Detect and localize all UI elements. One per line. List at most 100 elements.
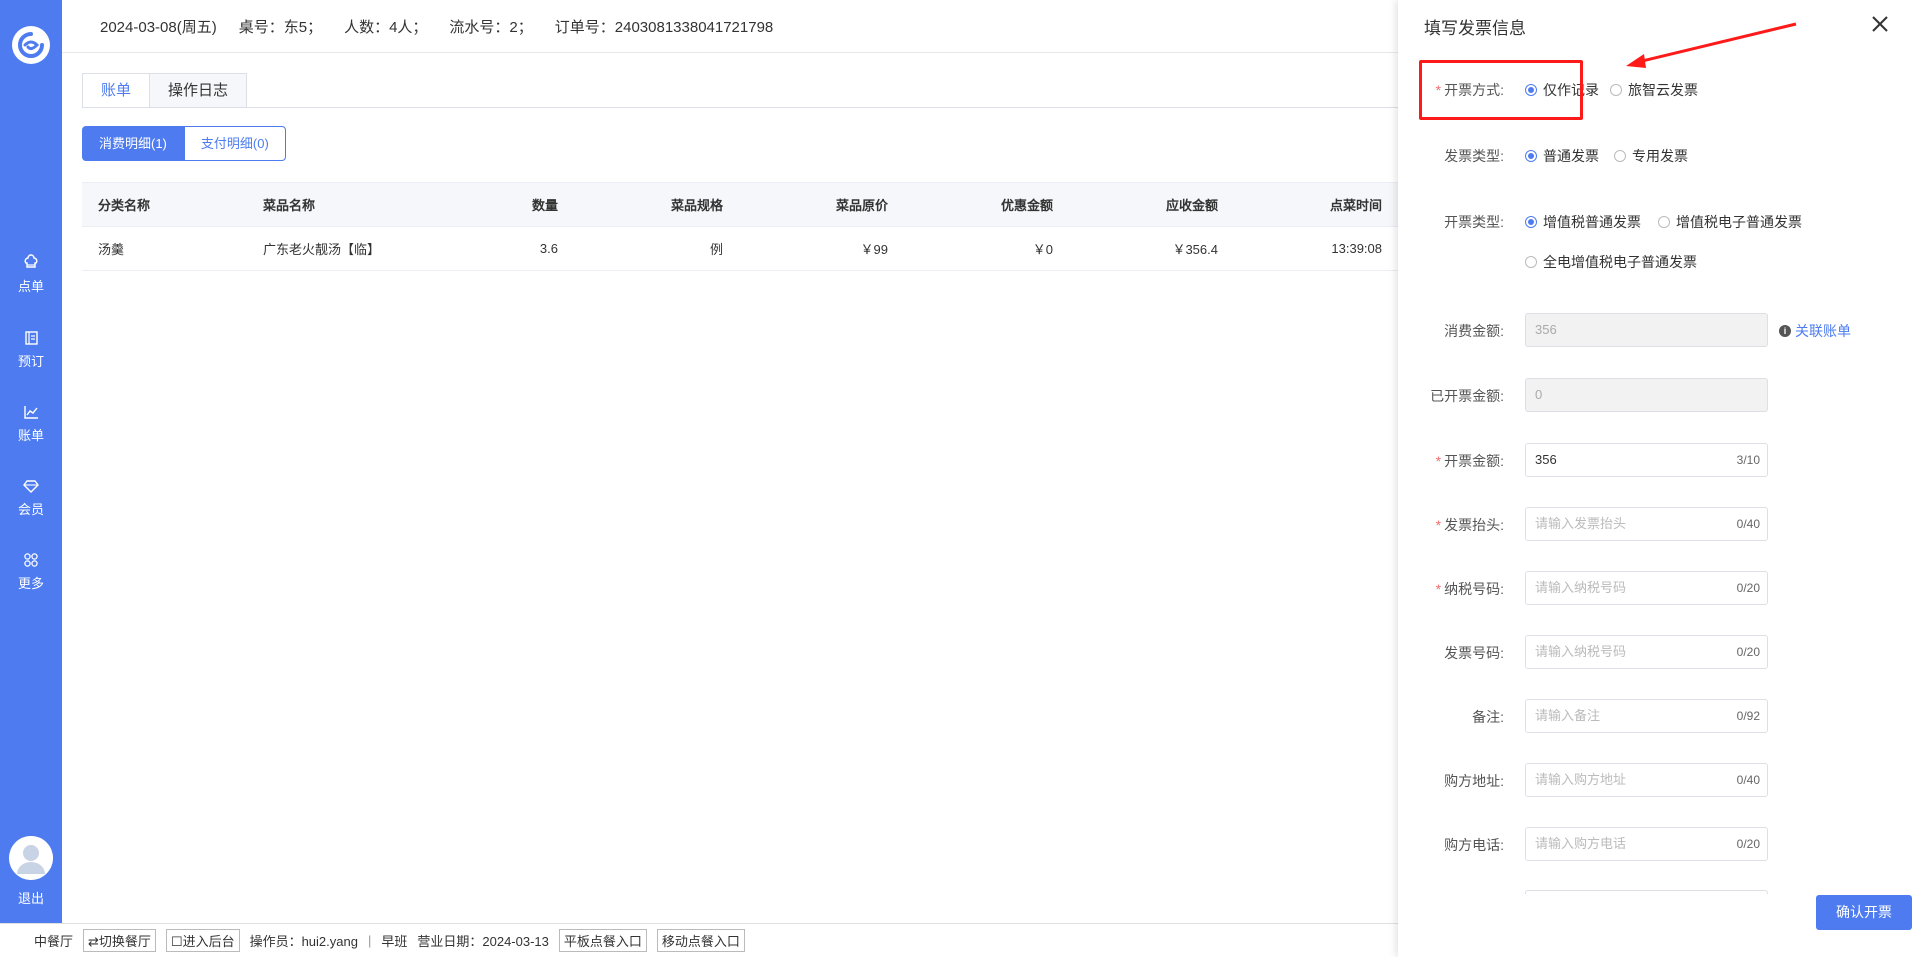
status-bar: 中餐厅 ⇄切换餐厅 ☐进入后台 操作员：hui2.yang | 早班 营业日期：… [0,923,1398,957]
table-cell: 13:39:08 [1331,241,1382,256]
nav-item-label: 账单 [17,428,44,443]
table-cell: ￥99 [860,242,888,257]
status-separator: | [367,933,372,948]
invoice-number-input[interactable]: 请输入纳税号码 0/20 [1525,635,1768,669]
enter-backend-button[interactable]: ☐进入后台 [165,929,240,952]
bill-main-panel: 账单 操作日志 消费明细(1) 支付明细(0) 分类名称 菜品名称 数量 菜品规… [62,53,1398,923]
business-date: 营业日期：2024-03-13 [417,934,549,949]
issue-mode-record-only-radio[interactable]: 仅作记录 [1525,80,1599,100]
switch-hall-button[interactable]: ⇄切换餐厅 [83,929,156,952]
column-header: 优惠金额 [1000,198,1053,213]
issued-amount-label: 已开票金额: [1430,388,1504,404]
avatar[interactable] [9,836,53,880]
char-counter: 0/40 [1736,517,1760,531]
table-header-row: 分类名称 菜品名称 数量 菜品规格 菜品原价 优惠金额 应收金额 点菜时间 [82,183,1398,227]
grid-icon [22,551,40,569]
left-nav-sidebar: 点单 预订 账单 会员 更多 退出 [0,0,62,923]
column-header: 菜品名称 [263,198,316,213]
invoice-drawer: 填写发票信息 * 开票方式: 仅作记录 旅智云发票 发票类型: 普通发票 专用发票… [1398,0,1920,957]
invoice-title-input[interactable]: 请输入发票抬头 0/40 [1525,507,1768,541]
nav-item-more[interactable]: 更多 [0,551,62,592]
order-info-bar: 2024-03-08(周五) 桌号：东5； 人数：4人； 流水号：2； 订单号：… [62,0,1398,53]
column-header: 菜品规格 [670,198,723,213]
mobile-order-entry-button[interactable]: 移动点餐入口 [656,929,745,952]
nav-item-bill[interactable]: 账单 [0,403,62,444]
issue-type-vat-electronic-radio[interactable]: 增值税电子普通发票 [1658,212,1802,232]
column-header: 分类名称 [98,198,151,213]
table-cell: 广东老火靓汤【临】 [263,242,381,257]
column-header: 数量 [531,198,558,213]
issue-type-full-electronic-radio[interactable]: 全电增值税电子普通发票 [1525,252,1697,272]
consume-amount-label: 消费金额: [1444,323,1504,339]
nav-item-label: 会员 [17,502,44,517]
nav-item-member[interactable]: 会员 [0,477,62,518]
book-icon [22,329,40,347]
diamond-icon [22,477,40,495]
invoice-kind-special-radio[interactable]: 专用发票 [1614,146,1688,166]
issued-amount-field: 0 [1525,378,1768,412]
table-cell: 例 [709,242,723,257]
tablet-order-entry-button[interactable]: 平板点餐入口 [558,929,647,952]
app-logo [12,26,50,64]
column-header: 点菜时间 [1329,198,1382,213]
order-date: 2024-03-08(周五) [100,18,217,36]
table-number: 桌号：东5； [238,18,323,36]
nav-item-reservation[interactable]: 预订 [0,329,62,370]
serial-number: 流水号：2； [449,18,533,36]
table-cell: ￥356.4 [1172,242,1218,257]
table-cell: ￥0 [1032,242,1053,257]
nav-item-label: 点单 [17,279,44,294]
char-counter: 0/20 [1736,645,1760,659]
issue-type-label: 开票类型: [1444,214,1504,230]
detail-segment-control: 消费明细(1) 支付明细(0) [82,126,286,161]
table-row[interactable]: 汤羹 广东老火靓汤【临】 3.6 例 ￥99 ￥0 ￥356.4 13:39:0… [82,227,1398,271]
char-counter: 0/20 [1736,837,1760,851]
logout-button[interactable]: 退出 [0,888,62,907]
remark-label: 备注: [1472,709,1504,725]
close-icon[interactable] [1868,12,1892,36]
shift-name: 早班 [381,934,408,949]
tab-bill[interactable]: 账单 [82,73,151,108]
table-cell: 3.6 [539,241,558,256]
chart-icon [22,403,40,421]
order-number: 订单号：2403081338041721798 [554,18,774,36]
invoice-kind-normal-radio[interactable]: 普通发票 [1525,146,1599,166]
issue-mode-label: * 开票方式: [1435,82,1504,98]
nav-item-order[interactable]: 点单 [0,254,62,295]
info-icon: i [1779,325,1791,337]
nav-item-label: 更多 [17,576,44,591]
char-counter: 0/40 [1736,773,1760,787]
invoice-amount-input[interactable]: 356 3/10 [1525,443,1768,477]
invoice-kind-label: 发票类型: [1444,148,1504,164]
confirm-invoice-button[interactable]: 确认开票 [1816,895,1912,930]
invoice-number-label: 发票号码: [1444,645,1504,661]
tab-operation-log[interactable]: 操作日志 [149,73,248,108]
next-input-edge [1525,890,1768,894]
buyer-phone-input[interactable]: 请输入购方电话 0/20 [1525,827,1768,861]
issue-mode-cloud-invoice-radio[interactable]: 旅智云发票 [1610,80,1698,100]
operator-name: 操作员：hui2.yang [249,934,358,949]
column-header: 应收金额 [1165,198,1218,213]
buyer-phone-label: 购方电话: [1444,837,1504,853]
tabs-divider [82,107,1398,108]
char-counter: 0/92 [1736,709,1760,723]
consumption-detail-button[interactable]: 消费明细(1) [82,126,184,161]
payment-detail-button[interactable]: 支付明细(0) [183,126,286,161]
nav-item-label: 预订 [17,354,44,369]
hall-name: 中餐厅 [34,934,74,949]
link-bill-button[interactable]: i 关联账单 [1779,321,1851,341]
buyer-address-input[interactable]: 请输入购方地址 0/40 [1525,763,1768,797]
chef-hat-icon [22,254,40,272]
tax-number-label: * 纳税号码: [1435,581,1504,597]
consumption-table: 分类名称 菜品名称 数量 菜品规格 菜品原价 优惠金额 应收金额 点菜时间 汤羹… [82,182,1398,271]
column-header: 菜品原价 [835,198,888,213]
invoice-amount-label: * 开票金额: [1435,453,1504,469]
invoice-title-label: * 发票抬头: [1435,517,1504,533]
bill-tabs: 账单 操作日志 [82,73,248,108]
char-counter: 3/10 [1736,453,1760,467]
tax-number-input[interactable]: 请输入纳税号码 0/20 [1525,571,1768,605]
people-count: 人数：4人； [344,18,428,36]
remark-input[interactable]: 请输入备注 0/92 [1525,699,1768,733]
table-cell: 汤羹 [98,242,125,257]
issue-type-vat-normal-radio[interactable]: 增值税普通发票 [1525,212,1641,232]
